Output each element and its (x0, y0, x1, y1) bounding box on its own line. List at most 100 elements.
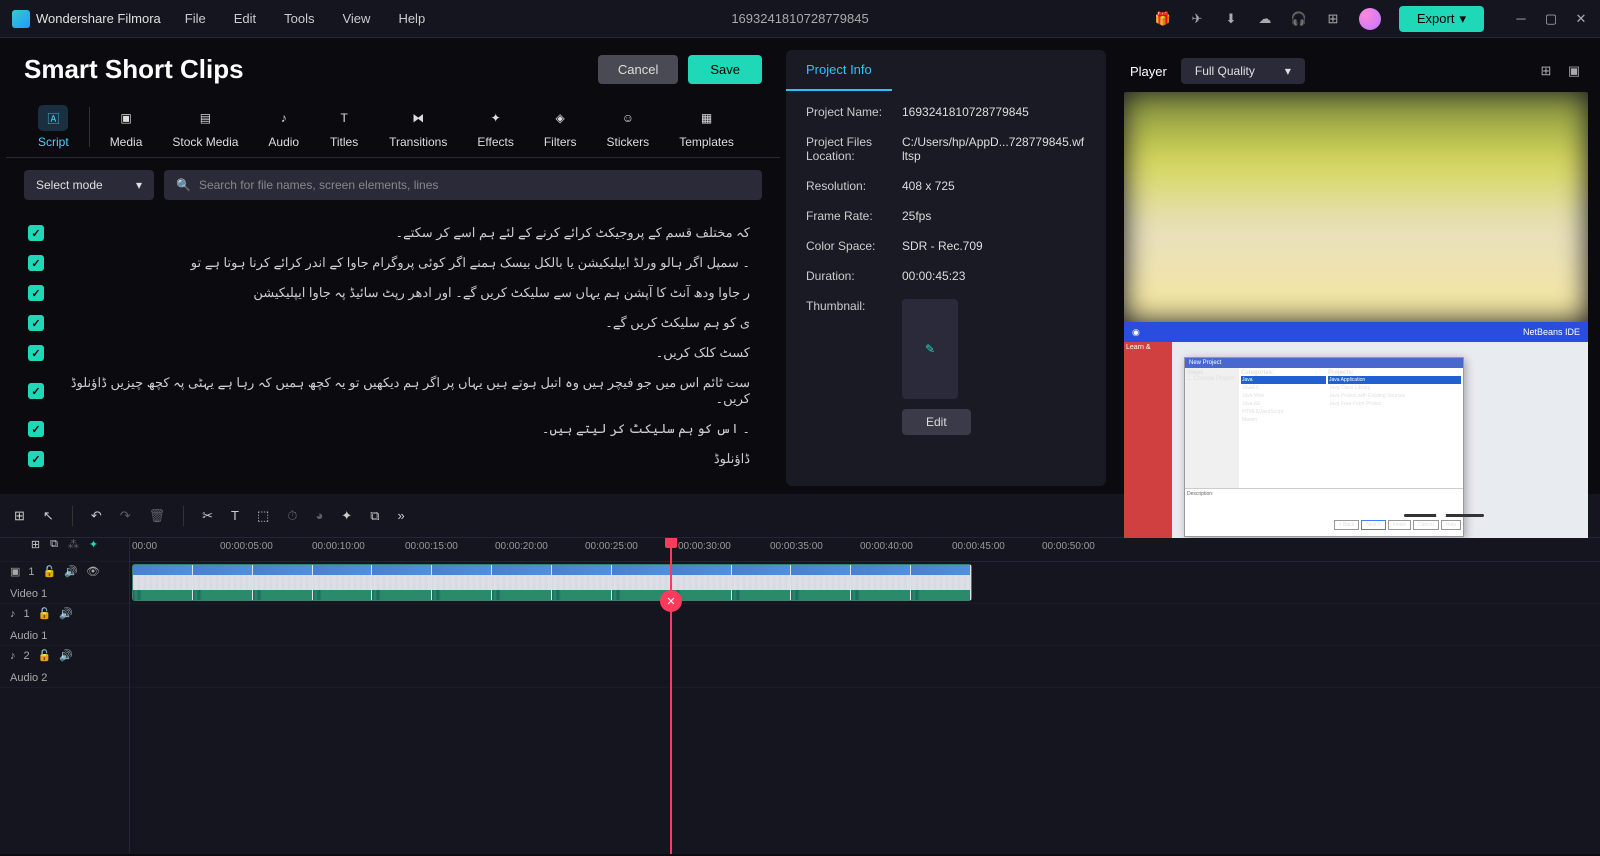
send-icon[interactable]: ✈ (1189, 11, 1205, 27)
tab-script[interactable]: 🄰Script (24, 101, 83, 153)
script-checkbox[interactable] (28, 225, 44, 241)
script-text[interactable]: ی کو ہم سلیکٹ کریں گے۔ (56, 315, 758, 331)
crop-tool-icon[interactable]: ⬚ (257, 508, 269, 524)
text-tool-icon[interactable]: T (231, 508, 239, 523)
tab-stickers[interactable]: ☺Stickers (593, 101, 664, 153)
player-header-icons: ⊞ ▣ (1538, 63, 1582, 79)
audio-icon: ♪ (10, 608, 16, 620)
snapshot-icon[interactable]: ▣ (1566, 63, 1582, 79)
menu-help[interactable]: Help (398, 11, 425, 26)
script-text[interactable]: کہ مختلف قسم کے پروجیکٹ کرائے کرنے کے لئ… (56, 225, 758, 241)
tab-stock-media[interactable]: ▤Stock Media (158, 101, 252, 153)
video-clip[interactable] (132, 564, 972, 601)
quality-dropdown[interactable]: Full Quality ▾ (1181, 58, 1305, 84)
track-header-tools: ⊞ ⧉ ⁂ ✦ (0, 538, 129, 562)
mute-icon[interactable]: 🔊 (59, 607, 73, 620)
delete-button[interactable]: 🗑 (149, 508, 166, 524)
script-checkbox[interactable] (28, 451, 44, 467)
minimize-button[interactable]: ─ (1514, 12, 1528, 26)
track-auto-icon[interactable]: ✦ (89, 538, 98, 551)
gift-icon[interactable]: 🎁 (1155, 11, 1171, 27)
more-tools-icon[interactable]: » (398, 508, 405, 523)
close-button[interactable]: ✕ (1574, 12, 1588, 26)
export-label: Export (1417, 11, 1455, 26)
track-magnet-icon[interactable]: ⁂ (68, 538, 79, 551)
script-text[interactable]: ۔ اس کو ہم سلیکٹ کر لیتے ہیں۔ (56, 421, 758, 437)
time-ruler[interactable]: 00:00 00:00:05:00 00:00:10:00 00:00:15:0… (130, 538, 1600, 562)
clip-segment (552, 565, 612, 600)
player-header: Player Full Quality ▾ ⊞ ▣ (1124, 50, 1588, 92)
script-checkbox[interactable] (28, 345, 44, 361)
tab-effects[interactable]: ✦Effects (463, 101, 527, 153)
tab-templates[interactable]: ▦Templates (665, 101, 748, 153)
track-link-icon[interactable]: ⧉ (50, 538, 58, 551)
download-icon[interactable]: ⬇ (1223, 11, 1239, 27)
script-checkbox[interactable] (28, 421, 44, 437)
info-value: SDR - Rec.709 (902, 239, 1086, 253)
window-controls: ─ ▢ ✕ (1514, 12, 1588, 26)
tab-titles[interactable]: TTitles (315, 101, 373, 153)
mute-icon[interactable]: 🔊 (59, 649, 73, 662)
zoom-handle[interactable] (1436, 510, 1446, 520)
project-info-tab[interactable]: Project Info (786, 50, 892, 91)
playhead[interactable] (670, 538, 672, 854)
apps-icon[interactable]: ⊞ (1325, 11, 1341, 27)
headphones-icon[interactable]: 🎧 (1291, 11, 1307, 27)
lock-icon[interactable]: 🔓 (43, 565, 57, 578)
script-text[interactable]: ڈاؤنلوڈ (56, 451, 758, 467)
lock-icon[interactable]: 🔓 (38, 607, 52, 620)
ai-tool-icon[interactable]: ✦ (341, 508, 352, 524)
undo-button[interactable]: ↶ (91, 508, 102, 524)
menu-view[interactable]: View (342, 11, 370, 26)
tracks-content[interactable]: 00:00 00:00:05:00 00:00:10:00 00:00:15:0… (130, 538, 1600, 854)
tab-audio[interactable]: ♪Audio (254, 101, 313, 153)
zoom-slider[interactable] (1404, 514, 1484, 517)
layout-icon[interactable]: ⊞ (14, 508, 25, 524)
user-avatar[interactable] (1359, 8, 1381, 30)
tracking-icon[interactable]: ⧉ (370, 508, 379, 524)
save-button[interactable]: Save (688, 55, 762, 84)
player-tab[interactable]: Player (1130, 64, 1167, 79)
script-text[interactable]: ر جاوا ودھ آنٹ کا آپشن ہم یہاں سے سلیکٹ … (56, 285, 758, 301)
track-video1[interactable] (130, 562, 1600, 604)
color-tool-icon[interactable]: ◕ (315, 508, 323, 523)
menu-tools[interactable]: Tools (284, 11, 314, 26)
menu-file[interactable]: File (185, 11, 206, 26)
tab-filters[interactable]: ◈Filters (530, 101, 591, 153)
script-checkbox[interactable] (28, 315, 44, 331)
track-manage-icon[interactable]: ⊞ (31, 538, 40, 551)
script-text[interactable]: ست ٹائم اس میں جو فیچر ہیں وہ اتبل ہوتے … (56, 375, 758, 407)
lock-icon[interactable]: 🔓 (38, 649, 52, 662)
mute-icon[interactable]: 🔊 (64, 565, 78, 578)
search-input[interactable]: 🔍 Search for file names, screen elements… (164, 170, 762, 200)
track-audio2[interactable] (130, 646, 1600, 688)
grid-view-icon[interactable]: ⊞ (1538, 63, 1554, 79)
edit-thumbnail-button[interactable]: Edit (902, 409, 971, 435)
select-mode-dropdown[interactable]: Select mode ▾ (24, 170, 154, 200)
cancel-dialog-button: Cancel (1413, 520, 1439, 530)
select-tool-icon[interactable]: ↖ (43, 508, 54, 524)
script-checkbox[interactable] (28, 383, 44, 399)
script-checkbox[interactable] (28, 285, 44, 301)
maximize-button[interactable]: ▢ (1544, 12, 1558, 26)
cancel-button[interactable]: Cancel (598, 55, 678, 84)
menu-edit[interactable]: Edit (234, 11, 256, 26)
eye-icon[interactable]: 👁 (86, 565, 100, 578)
preview-blur-top (1124, 92, 1588, 322)
script-text[interactable]: کسٹ کلک کریں۔ (56, 345, 758, 361)
tab-media[interactable]: ▣Media (96, 101, 157, 153)
redo-button[interactable]: ↷ (120, 508, 131, 524)
tab-transitions[interactable]: ⧓Transitions (375, 101, 461, 153)
clip-segment (791, 565, 851, 600)
cut-button[interactable]: ✂ (202, 508, 213, 524)
ruler-tick: 00:00:15:00 (405, 541, 458, 552)
cloud-icon[interactable]: ☁ (1257, 11, 1273, 27)
script-checkbox[interactable] (28, 255, 44, 271)
thumbnail-box[interactable]: ✎ (902, 299, 958, 399)
export-button[interactable]: Export ▾ (1399, 6, 1484, 32)
speed-tool-icon[interactable]: ⏱ (287, 508, 297, 524)
script-text[interactable]: ۔ سمپل اگر ہالو ورلڈ ایپلیکیشن یا بالکل … (56, 255, 758, 271)
tab-audio-label: Audio (268, 135, 299, 149)
track-audio1[interactable] (130, 604, 1600, 646)
script-row: ڈاؤنلوڈ (24, 444, 762, 472)
